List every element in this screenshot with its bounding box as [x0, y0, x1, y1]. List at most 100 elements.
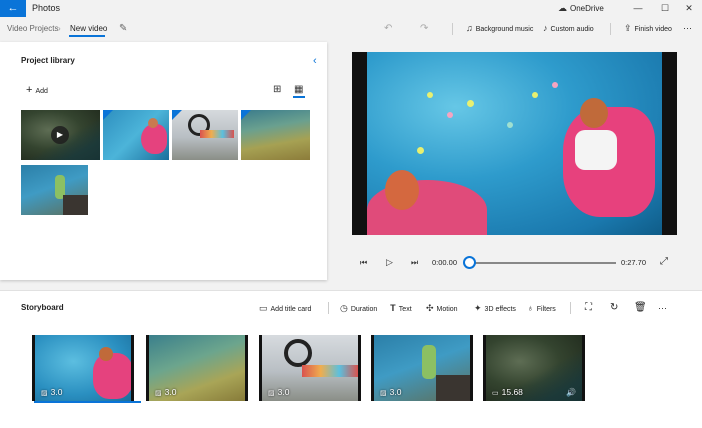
onedrive-label: OneDrive [570, 4, 604, 13]
back-arrow-icon[interactable]: ← [0, 0, 26, 17]
rock-shape [63, 195, 88, 215]
cloud-icon: ☁ [558, 3, 567, 13]
rotate-icon[interactable]: ↻ [610, 296, 618, 320]
3d-effects-label: 3D effects [484, 306, 516, 313]
ball-shape-2 [447, 112, 453, 118]
selected-clip-indicator [34, 401, 141, 403]
woman-left-hair [385, 170, 419, 210]
motion-icon: ✣ [426, 303, 434, 313]
storyboard-panel: Storyboard ▭ Add title card ◷ Duration 𝐓 Te… [0, 290, 702, 428]
clip-wheel-shape [284, 339, 312, 367]
breadcrumb-video-projects[interactable]: Video Projects [7, 17, 58, 40]
storyboard-clip[interactable]: ▨ 3.0 [371, 335, 473, 401]
fullscreen-expand-icon[interactable]: ⤢ [660, 256, 668, 267]
delete-trash-icon[interactable]: 🗑 [634, 296, 647, 320]
finish-video-button[interactable]: ⇪ Finish video [624, 17, 672, 41]
duration-button[interactable]: ◷ Duration [340, 296, 377, 322]
motion-label: Motion [436, 306, 458, 313]
clip-duration-label: ▨ 3.0 [268, 387, 289, 397]
storyboard-clip[interactable]: ▨ 3.0 [32, 335, 134, 401]
ball-shape-7 [417, 147, 424, 154]
music-note-icon: ♫ [466, 23, 473, 33]
clip-duration-text: 3.0 [164, 387, 177, 397]
custom-audio-button[interactable]: ♪ Custom audio [543, 17, 594, 41]
undo-icon[interactable]: ↶ [384, 17, 392, 40]
rename-pencil-icon[interactable]: ✎ [119, 17, 127, 40]
command-bar: Video Projects › New video ✎ ↶ ↷ ♫ Backgr… [0, 17, 702, 40]
clip-duration-label: ▨ 3.0 [41, 387, 62, 397]
library-thumbnail-video[interactable]: ▶ [21, 110, 100, 160]
clip-duration-text: 3.0 [50, 387, 63, 397]
photo-icon: ▨ [268, 390, 275, 397]
3d-effects-icon: ✦ [474, 303, 482, 313]
person-audio-icon: ♪ [543, 23, 548, 33]
minimize-button[interactable]: — [625, 0, 651, 17]
clip-duration-label: ▨ 3.0 [380, 387, 401, 397]
export-icon: ⇪ [624, 23, 632, 33]
photo-icon: ▨ [41, 390, 48, 397]
filters-label: Filters [536, 306, 556, 313]
small-grid-view-icon[interactable]: ▦ [294, 84, 303, 95]
title-card-icon: ▭ [259, 303, 268, 313]
title-bar: ← Photos ☁ OneDrive — ☐ ✕ [0, 0, 702, 17]
custom-audio-label: Custom audio [550, 26, 594, 33]
maximize-button[interactable]: ☐ [652, 0, 678, 17]
person-head-shape [148, 118, 158, 128]
storyboard-clip[interactable]: ▨ 3.0 [146, 335, 248, 401]
motion-button[interactable]: ✣ Motion [426, 296, 458, 322]
app-title: Photos [32, 3, 61, 13]
ball-shape-6 [552, 82, 558, 88]
breadcrumb-active-underline [69, 35, 105, 37]
large-grid-view-icon[interactable]: ⊞ [273, 84, 281, 95]
speaker-volume-icon[interactable]: 🔊 [566, 388, 576, 397]
library-thumbnail-beach[interactable] [241, 110, 310, 160]
library-thumbnail-pool[interactable] [103, 110, 169, 160]
selected-corner-icon-2 [172, 110, 182, 120]
ball-shape [427, 92, 433, 98]
project-library-title: Project library [21, 56, 75, 65]
next-frame-icon[interactable]: ⏭ [411, 258, 418, 268]
add-title-card-button[interactable]: ▭ Add title card [259, 296, 311, 322]
background-music-button[interactable]: ♫ Background music [466, 17, 533, 41]
selected-corner-icon-3 [241, 110, 251, 120]
previous-frame-icon[interactable]: ⏮ [360, 258, 367, 268]
clip-duration-text: 15.68 [501, 387, 523, 397]
storyboard-more-icon[interactable]: ··· [658, 296, 667, 320]
photo-icon: ▨ [380, 390, 387, 397]
storyboard-clip[interactable]: ▭ 15.68 🔊 [483, 335, 585, 401]
total-duration: 0:27.70 [621, 258, 647, 267]
clip-rock-shape [436, 375, 470, 401]
clip-duration-label: ▭ 15.68 [492, 387, 523, 397]
3d-effects-button[interactable]: ✦ 3D effects [474, 296, 516, 322]
add-title-card-label: Add title card [270, 306, 312, 313]
close-button[interactable]: ✕ [676, 0, 702, 17]
onedrive-status[interactable]: ☁ OneDrive [558, 0, 604, 17]
text-button[interactable]: 𝐓 Text [390, 296, 412, 322]
timeline-scrubber[interactable] [463, 256, 476, 269]
filters-button[interactable]: ♁ Filters [527, 296, 556, 322]
storyboard-title: Storyboard [21, 303, 64, 312]
video-preview[interactable] [352, 52, 677, 235]
collapse-chevron-left-icon[interactable]: ‹ [313, 55, 317, 67]
play-button-icon[interactable]: ▷ [386, 257, 393, 268]
more-options-icon[interactable]: ··· [683, 17, 692, 40]
add-media-label: Add [35, 88, 48, 95]
command-divider-2 [610, 23, 611, 35]
library-thumbnail-cliff[interactable] [21, 165, 88, 215]
clip-duration-label: ▨ 3.0 [155, 387, 176, 397]
finish-video-label: Finish video [634, 26, 672, 33]
add-media-button[interactable]: + Add [26, 84, 48, 96]
redo-icon[interactable]: ↷ [420, 17, 428, 40]
library-thumbnail-bmx[interactable] [172, 110, 238, 160]
ball-shape-4 [507, 122, 513, 128]
current-time: 0:00.00 [432, 258, 458, 267]
selected-corner-icon [103, 110, 113, 120]
text-label: Text [398, 306, 412, 313]
graffiti-shape [200, 130, 234, 138]
preview-frame [367, 52, 662, 235]
resize-crop-icon[interactable]: ⛶ [585, 296, 592, 320]
storyboard-divider [328, 302, 329, 314]
ball-shape-3 [467, 100, 474, 107]
storyboard-clip[interactable]: ▨ 3.0 [259, 335, 361, 401]
timeline-track[interactable] [469, 262, 616, 264]
